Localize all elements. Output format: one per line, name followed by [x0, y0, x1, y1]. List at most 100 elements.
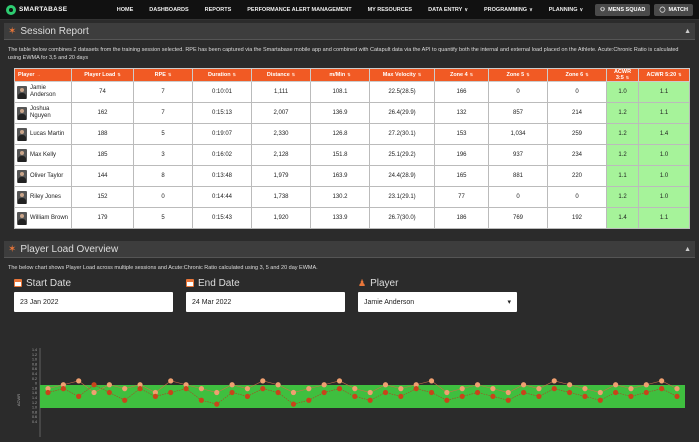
collapse-icon[interactable]: ▲: [684, 28, 691, 35]
data-point: [582, 386, 588, 392]
player-name: Lucas Martin: [30, 130, 65, 137]
column-header[interactable]: Zone 6 ⇅: [547, 68, 607, 82]
session-description: The table below combines 2 datasets from…: [8, 47, 679, 61]
column-header-label: Duration: [208, 72, 231, 78]
table-cell: 1.0: [638, 165, 690, 187]
end-date-input[interactable]: 24 Mar 2022: [186, 292, 345, 312]
section-title: Player Load Overview: [20, 243, 119, 255]
table-cell: 1,111: [251, 81, 311, 103]
y-tick-label: 0.4: [32, 420, 37, 424]
sort-icon: ⇅: [117, 72, 121, 77]
table-cell: 937: [488, 144, 548, 166]
column-header[interactable]: Max Velocity ⇅: [369, 68, 435, 82]
column-header[interactable]: Player →: [14, 68, 72, 82]
nav-item-label: DATA ENTRY: [428, 6, 463, 13]
nav-item-reports[interactable]: REPORTS: [197, 7, 240, 13]
nav-item-data-entry[interactable]: DATA ENTRY ∨: [420, 7, 476, 13]
data-point: [382, 382, 389, 388]
column-header[interactable]: Duration ⇅: [192, 68, 252, 82]
player-name: Max Kelly: [30, 151, 57, 158]
data-point: [674, 393, 680, 399]
table-row[interactable]: Lucas Martin 188 5 0:19:07 2,330 126.8 27.2(30…: [14, 123, 690, 145]
y-axis-label: ACWR: [16, 394, 21, 406]
table-row[interactable]: Oliver Taylor 144 8 0:13:48 1,979 163.9 24.4(2…: [14, 165, 690, 187]
table-cell: 1.0: [606, 81, 639, 103]
table-cell: 0:19:07: [192, 123, 252, 145]
nav-item-performance-alert-management[interactable]: PERFORMANCE ALERT MANAGEMENT: [239, 7, 359, 13]
table-cell: 0: [488, 186, 548, 208]
data-point: [122, 397, 128, 403]
player-load-header[interactable]: ✶ Player Load Overview ▲: [4, 241, 695, 258]
column-header[interactable]: Player Load ⇅: [71, 68, 134, 82]
column-header[interactable]: ACWR 5:20 ⇅: [638, 68, 690, 82]
column-header[interactable]: m/Min ⇅: [310, 68, 370, 82]
data-point: [428, 378, 435, 384]
data-point: [168, 389, 174, 396]
data-point: [76, 393, 82, 399]
table-row[interactable]: Jamie Anderson 74 7 0:10:01 1,111 108.1 22.5(2…: [14, 81, 690, 103]
globe-icon: ◯: [659, 6, 666, 13]
session-report-header[interactable]: ✶ Session Report ▲: [4, 23, 695, 40]
nav-item-programming[interactable]: PROGRAMMING ∨: [476, 7, 541, 13]
data-point: [275, 389, 281, 396]
data-point: [137, 386, 143, 392]
data-point: [505, 397, 511, 403]
y-tick-label: 0.8: [32, 410, 37, 414]
player-name: Jamie Anderson: [30, 85, 56, 98]
data-point: [459, 386, 465, 392]
player-select[interactable]: Jamie Anderson ▾: [358, 292, 517, 312]
nav-item-planning[interactable]: PLANNING ∨: [541, 7, 591, 13]
table-cell: 1,738: [251, 186, 311, 208]
column-header[interactable]: ACWR 3:5 ⇅: [606, 68, 639, 82]
sort-icon: ⇅: [291, 72, 296, 77]
column-header[interactable]: RPE ⇅: [133, 68, 193, 82]
player-cell: Jamie Anderson: [14, 81, 72, 103]
table-cell: 5: [133, 123, 193, 145]
table-row[interactable]: William Brown 179 5 0:15:43 1,920 133.9 26.7(3…: [14, 207, 690, 229]
table-row[interactable]: Max Kelly 185 3 0:16:02 2,128 151.8 25.1(29.2)…: [14, 144, 690, 166]
nav-item-label: HOME: [116, 6, 134, 13]
app-logo[interactable]: SMARTABASE: [6, 4, 99, 15]
table-cell: 3: [133, 144, 193, 166]
avatar: [17, 211, 27, 225]
table-cell: 769: [488, 207, 548, 229]
nav-item-my-resources[interactable]: MY RESOURCES: [360, 7, 421, 13]
table-cell: 23.1(29.1): [369, 186, 435, 208]
player-cell: Lucas Martin: [14, 123, 72, 145]
table-cell: 0: [133, 186, 193, 208]
y-tick-label: 1.0: [32, 358, 37, 362]
match-button[interactable]: ◯ MATCH: [654, 3, 693, 16]
runner-icon: ✶: [8, 243, 17, 255]
avatar: [17, 106, 27, 120]
table-cell: 1,034: [488, 123, 548, 145]
nav-item-dashboards[interactable]: DASHBOARDS: [141, 7, 196, 13]
nav-item-home[interactable]: HOME: [109, 7, 142, 13]
table-cell: 153: [434, 123, 489, 145]
table-cell: 126.8: [310, 123, 370, 145]
chevron-down-icon: ∨: [579, 6, 584, 13]
player-cell: Riley Jones: [14, 186, 72, 208]
data-point: [106, 382, 112, 388]
avatar: [17, 127, 27, 141]
mens-squad-button[interactable]: ⚇ MENS SQUAD: [595, 3, 651, 16]
table-cell: 1.2: [606, 102, 639, 124]
table-cell: 196: [434, 144, 489, 166]
column-header[interactable]: Zone 5 ⇅: [488, 68, 548, 82]
column-header[interactable]: Zone 4 ⇅: [434, 68, 489, 82]
start-date-input[interactable]: 23 Jan 2022: [14, 292, 173, 312]
collapse-icon[interactable]: ▲: [684, 246, 691, 253]
table-cell: 108.1: [310, 81, 370, 103]
logo-icon: [6, 4, 16, 15]
sort-icon: ⇅: [585, 72, 589, 77]
data-point: [474, 382, 481, 388]
data-point: [551, 378, 557, 384]
table-row[interactable]: Riley Jones 152 0 0:14:44 1,738 130.2 23.1(29.…: [14, 186, 690, 208]
table-cell: 74: [71, 81, 134, 103]
table-row[interactable]: Joshua Nguyen 162 7 0:15:13 2,007 136.9 26.4(2…: [14, 102, 690, 124]
column-header[interactable]: Distance ⇅: [251, 68, 311, 82]
data-point: [597, 389, 603, 396]
table-cell: 22.5(28.5): [369, 81, 435, 103]
table-cell: 130.2: [310, 186, 370, 208]
table-cell: 0:16:02: [192, 144, 252, 166]
data-point: [122, 386, 128, 392]
